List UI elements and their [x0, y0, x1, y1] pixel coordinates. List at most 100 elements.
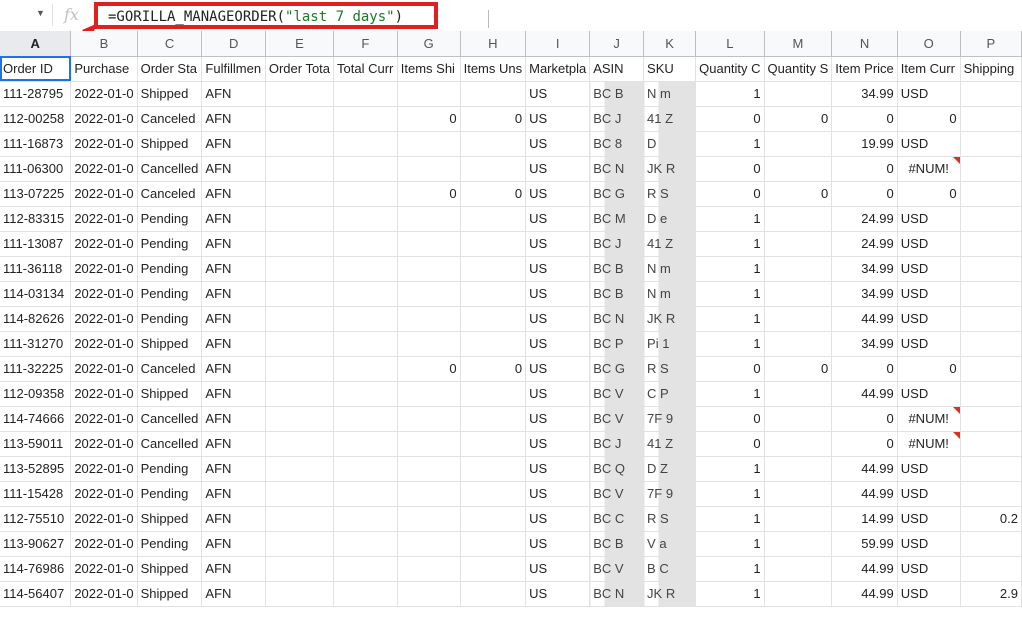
- cell[interactable]: [397, 256, 461, 282]
- cell[interactable]: [764, 506, 833, 532]
- cell[interactable]: AFN: [201, 131, 266, 157]
- cell[interactable]: 7F 9: [643, 481, 697, 507]
- cell[interactable]: [265, 181, 335, 207]
- cell[interactable]: 0: [695, 181, 765, 207]
- cell[interactable]: AFN: [201, 356, 266, 382]
- spreadsheet-grid[interactable]: ABCDEFGHIJKLMNOP Order ID Purchase Order S…: [0, 31, 1022, 623]
- column-header-n[interactable]: N: [831, 31, 898, 57]
- cell[interactable]: [333, 506, 398, 532]
- cell[interactable]: 114-82626: [0, 306, 72, 332]
- cell[interactable]: 2022-01-0: [70, 406, 138, 432]
- cell[interactable]: [265, 506, 335, 532]
- cell[interactable]: 113-90627: [0, 531, 72, 557]
- cell[interactable]: 34.99: [831, 256, 898, 282]
- cell[interactable]: 1: [695, 231, 765, 257]
- cell[interactable]: US: [525, 131, 591, 157]
- cell[interactable]: 2022-01-0: [70, 131, 138, 157]
- cell[interactable]: [960, 331, 1022, 357]
- cell[interactable]: [265, 331, 335, 357]
- cell[interactable]: 2022-01-0: [70, 156, 138, 182]
- cell[interactable]: 44.99: [831, 581, 898, 607]
- cell[interactable]: 44.99: [831, 481, 898, 507]
- cell[interactable]: US: [525, 431, 591, 457]
- cell[interactable]: 44.99: [831, 381, 898, 407]
- cell[interactable]: [960, 181, 1022, 207]
- cell[interactable]: AFN: [201, 306, 266, 332]
- cell[interactable]: [265, 156, 335, 182]
- cell[interactable]: BC G: [589, 181, 645, 207]
- cell[interactable]: [333, 531, 398, 557]
- cell[interactable]: [265, 481, 335, 507]
- cell[interactable]: Pending: [137, 231, 203, 257]
- cell[interactable]: AFN: [201, 231, 266, 257]
- cell[interactable]: 1: [695, 506, 765, 532]
- cell[interactable]: C P: [643, 381, 697, 407]
- cell[interactable]: US: [525, 556, 591, 582]
- cell[interactable]: 14.99: [831, 506, 898, 532]
- sheet-table[interactable]: ABCDEFGHIJKLMNOP Order ID Purchase Order S…: [0, 31, 1022, 607]
- cell[interactable]: R S: [643, 181, 697, 207]
- cell[interactable]: Pending: [137, 456, 203, 482]
- cell[interactable]: BC G: [589, 356, 645, 382]
- cell[interactable]: [460, 381, 527, 407]
- cell[interactable]: [265, 556, 335, 582]
- cell[interactable]: [397, 406, 461, 432]
- cell[interactable]: [460, 406, 527, 432]
- cell[interactable]: [764, 581, 833, 607]
- column-header-p[interactable]: P: [960, 31, 1022, 57]
- cell[interactable]: AFN: [201, 206, 266, 232]
- cell[interactable]: JK R: [643, 581, 697, 607]
- cell[interactable]: 0: [831, 431, 898, 457]
- cell[interactable]: US: [525, 106, 591, 132]
- cell[interactable]: [764, 456, 833, 482]
- cell[interactable]: 0: [897, 181, 961, 207]
- column-header-d[interactable]: D: [201, 31, 266, 57]
- cell[interactable]: [764, 331, 833, 357]
- cell[interactable]: [960, 131, 1022, 157]
- cell[interactable]: [333, 306, 398, 332]
- cell[interactable]: 113-59011: [0, 431, 72, 457]
- column-header-m[interactable]: M: [764, 31, 833, 57]
- cell[interactable]: [333, 131, 398, 157]
- cell[interactable]: 1: [695, 306, 765, 332]
- cell[interactable]: [397, 556, 461, 582]
- cell[interactable]: Pending: [137, 306, 203, 332]
- cell[interactable]: [397, 431, 461, 457]
- cell[interactable]: Shipped: [137, 556, 203, 582]
- cell[interactable]: 2022-01-0: [70, 306, 138, 332]
- cell[interactable]: [960, 256, 1022, 282]
- cell[interactable]: [265, 581, 335, 607]
- cell[interactable]: [460, 131, 527, 157]
- cell[interactable]: 0: [831, 356, 898, 382]
- cell[interactable]: [265, 81, 335, 107]
- cell[interactable]: [265, 306, 335, 332]
- cell[interactable]: USD: [897, 81, 961, 107]
- cell[interactable]: [960, 481, 1022, 507]
- cell[interactable]: BC B: [589, 81, 645, 107]
- column-header-h[interactable]: H: [460, 31, 527, 57]
- cell[interactable]: [397, 456, 461, 482]
- cell[interactable]: [764, 406, 833, 432]
- cell[interactable]: Pending: [137, 206, 203, 232]
- cell[interactable]: USD: [897, 306, 961, 332]
- cell[interactable]: 34.99: [831, 81, 898, 107]
- header-cell[interactable]: Purchase: [70, 56, 138, 82]
- cell[interactable]: 2022-01-0: [70, 581, 138, 607]
- name-box-dropdown-icon[interactable]: ▼: [36, 8, 45, 18]
- cell[interactable]: [960, 156, 1022, 182]
- cell[interactable]: 34.99: [831, 331, 898, 357]
- cell[interactable]: [333, 206, 398, 232]
- cell[interactable]: [397, 331, 461, 357]
- cell[interactable]: USD: [897, 481, 961, 507]
- cell[interactable]: 0: [831, 156, 898, 182]
- cell[interactable]: 1: [695, 206, 765, 232]
- cell[interactable]: D e: [643, 206, 697, 232]
- cell[interactable]: [764, 306, 833, 332]
- cell[interactable]: [333, 106, 398, 132]
- column-header-e[interactable]: E: [265, 31, 335, 57]
- cell[interactable]: Pending: [137, 256, 203, 282]
- cell[interactable]: 0: [831, 181, 898, 207]
- cell[interactable]: [764, 381, 833, 407]
- cell[interactable]: Shipped: [137, 81, 203, 107]
- cell[interactable]: [265, 431, 335, 457]
